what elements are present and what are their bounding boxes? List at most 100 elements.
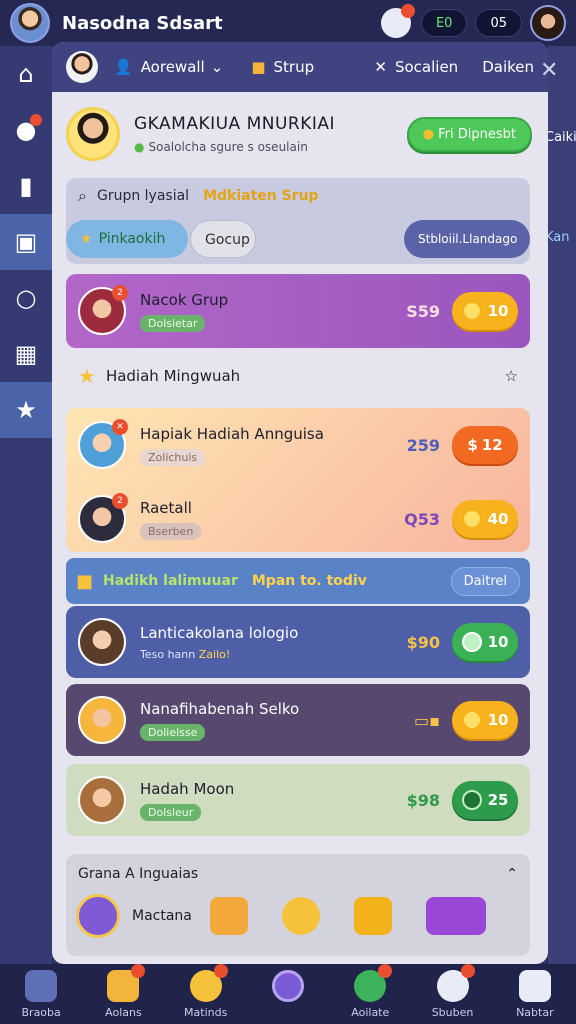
- nav-aoilate[interactable]: Aoilate: [335, 964, 405, 1019]
- treasure-icon[interactable]: [353, 897, 392, 935]
- message-icon: [436, 964, 475, 1002]
- row-avatar: [78, 618, 126, 666]
- notification-badge: [460, 964, 475, 978]
- notification-badge: [400, 4, 415, 18]
- row-name: Nacok Grup: [140, 290, 229, 309]
- coin-icon: [461, 790, 482, 810]
- group-card[interactable]: Nanafihabenah Selko Dolielsse ▭▪ 10: [66, 684, 530, 756]
- banner-subtitle: Mpan to. todiv: [251, 573, 367, 589]
- notification-badge: [213, 964, 228, 978]
- photo-icon[interactable]: ▦: [0, 326, 52, 382]
- section-item-label: Mactana: [132, 908, 192, 924]
- nav-matinds[interactable]: Matinds: [171, 964, 241, 1019]
- coin-button[interactable]: 25: [452, 781, 518, 819]
- star-icon[interactable]: ★: [0, 382, 52, 438]
- nav-nabtar[interactable]: Nabtar: [500, 970, 570, 1019]
- home-icon[interactable]: ⌂: [0, 46, 52, 102]
- level-pill[interactable]: 05: [475, 9, 522, 37]
- row-avatar: 2: [78, 285, 128, 335]
- notification-badge: [131, 964, 146, 978]
- row-price: 259: [406, 435, 440, 455]
- coin-button[interactable]: 10: [452, 701, 518, 739]
- group-card[interactable]: 2 Nacok Grup Dolsietar S59 10: [66, 274, 530, 348]
- user-avatar[interactable]: [10, 3, 50, 43]
- banner-button[interactable]: Daitrel: [450, 566, 520, 596]
- notification-badge: [30, 114, 42, 126]
- chip-pinkaokih[interactable]: ★ Pinkaokih: [66, 220, 188, 258]
- coin-button[interactable]: 40: [452, 500, 518, 538]
- profile-cta-button[interactable]: ● Fri Dipnesbt: [406, 116, 532, 152]
- row-tag: Zailo!: [198, 647, 231, 661]
- list-item[interactable]: 2 Raetall Bserben Q53 40: [66, 482, 530, 556]
- nav-home[interactable]: Braoba: [6, 970, 76, 1019]
- coin-icon: [461, 632, 482, 652]
- profile-avatar[interactable]: [66, 107, 120, 161]
- nav-center[interactable]: [253, 970, 323, 1006]
- chat-icon[interactable]: [380, 4, 415, 38]
- row-price: S59: [406, 301, 440, 321]
- ticket-icon[interactable]: [425, 897, 486, 935]
- promo-banner: ■ Hadikh lalimuuar Mpan to. todiv Daitre…: [66, 558, 530, 604]
- nav-aorewall[interactable]: 👤 Aorewall ⌄: [114, 58, 223, 76]
- row-price: $90: [406, 632, 440, 652]
- row-tag: Dolsietar: [140, 314, 206, 332]
- friend-avatar[interactable]: [530, 5, 566, 41]
- bottom-nav: Braoba Aolans Matinds Aoilate Sbuben Nab…: [0, 964, 576, 1024]
- row-tag: Zolichuis: [140, 448, 206, 466]
- user-icon: 👤: [114, 58, 133, 76]
- row-avatar: ✕: [78, 419, 128, 469]
- chip-gocup[interactable]: Gocup: [190, 220, 256, 258]
- pencil-icon[interactable]: [76, 894, 120, 938]
- home-icon: [25, 970, 58, 1002]
- group-card[interactable]: Lanticakolana lologio Teso hann Zailo! $9…: [66, 606, 530, 678]
- coin-bag-icon[interactable]: [281, 897, 320, 935]
- group-card[interactable]: Hadah Moon Dolsleur $98 25: [66, 764, 530, 836]
- close-icon[interactable]: ✕: [540, 58, 558, 83]
- phone-icon[interactable]: ▮: [0, 158, 52, 214]
- chevron-up-icon[interactable]: ⌃: [506, 866, 518, 882]
- row-name: Hapiak Hadiah Annguisa: [140, 424, 324, 443]
- nav-strup[interactable]: ■ Strup: [251, 58, 314, 76]
- profile-header: GKAMAKIUA MNURKIAI ● Soalolcha sgure s os…: [66, 102, 532, 166]
- row-price: Q53: [404, 509, 440, 529]
- chip-stbloiil[interactable]: Stbloiil.Llandago: [404, 220, 530, 258]
- currency-pill[interactable]: E0: [420, 9, 468, 37]
- list-item[interactable]: ✕ Hapiak Hadiah Annguisa Zolichuis 259 $1…: [66, 408, 530, 482]
- row-price: $98: [406, 790, 440, 810]
- group-filter: ⌕ Grupn lyasial Mdkiaten Srup ★ Pinkaokih…: [66, 178, 530, 264]
- coin-button[interactable]: 10: [452, 623, 518, 661]
- main-panel: 👤 Aorewall ⌄ ■ Strup ✕ Socalien Daiken GKAMA…: [52, 42, 548, 964]
- nav-sbuben[interactable]: Sbuben: [418, 964, 488, 1019]
- banner-title: Hadikh lalimuuar: [103, 573, 238, 589]
- box-icon: [107, 964, 146, 1002]
- ring-icon[interactable]: ○: [0, 270, 52, 326]
- coin-button[interactable]: $12: [452, 426, 518, 464]
- gift-icon[interactable]: ▣: [0, 214, 52, 270]
- coin-icon: [461, 710, 482, 730]
- row-tag: Dolielsse: [140, 723, 206, 741]
- nav-socalien[interactable]: ✕ Socalien: [374, 58, 458, 76]
- notification-badge: ✕: [112, 419, 128, 435]
- coin-button[interactable]: 10: [452, 292, 518, 330]
- weekly-header: ★ Hadiah Mingwuah ☆: [66, 354, 530, 398]
- coin-icon: [461, 509, 482, 529]
- mini-avatar[interactable]: [66, 51, 98, 83]
- search-icon[interactable]: ⌕: [78, 186, 87, 206]
- weekly-label: Hadiah Mingwuah: [105, 367, 241, 385]
- chat-rail-icon[interactable]: ●: [0, 102, 52, 158]
- left-rail: ⌂ ● ▮ ▣ ○ ▦ ★: [0, 46, 52, 964]
- row-name: Raetall: [140, 498, 192, 517]
- nav-daiken[interactable]: Daiken: [482, 58, 534, 76]
- group-highlight[interactable]: Mdkiaten Srup: [203, 188, 319, 204]
- group-label: Grupn lyasial: [96, 188, 190, 204]
- row-tag: Dolsleur: [140, 803, 202, 821]
- nav-aolans[interactable]: Aolans: [88, 964, 158, 1019]
- right-strip: [548, 46, 576, 964]
- coin-icon: ●: [422, 126, 435, 142]
- row-avatar: [78, 776, 126, 824]
- chest-icon[interactable]: [209, 897, 248, 935]
- row-tag: Bserben: [140, 522, 202, 540]
- row-name: Hadah Moon: [140, 779, 235, 798]
- star-outline-icon[interactable]: ☆: [505, 367, 518, 385]
- row-avatar: [78, 696, 126, 744]
